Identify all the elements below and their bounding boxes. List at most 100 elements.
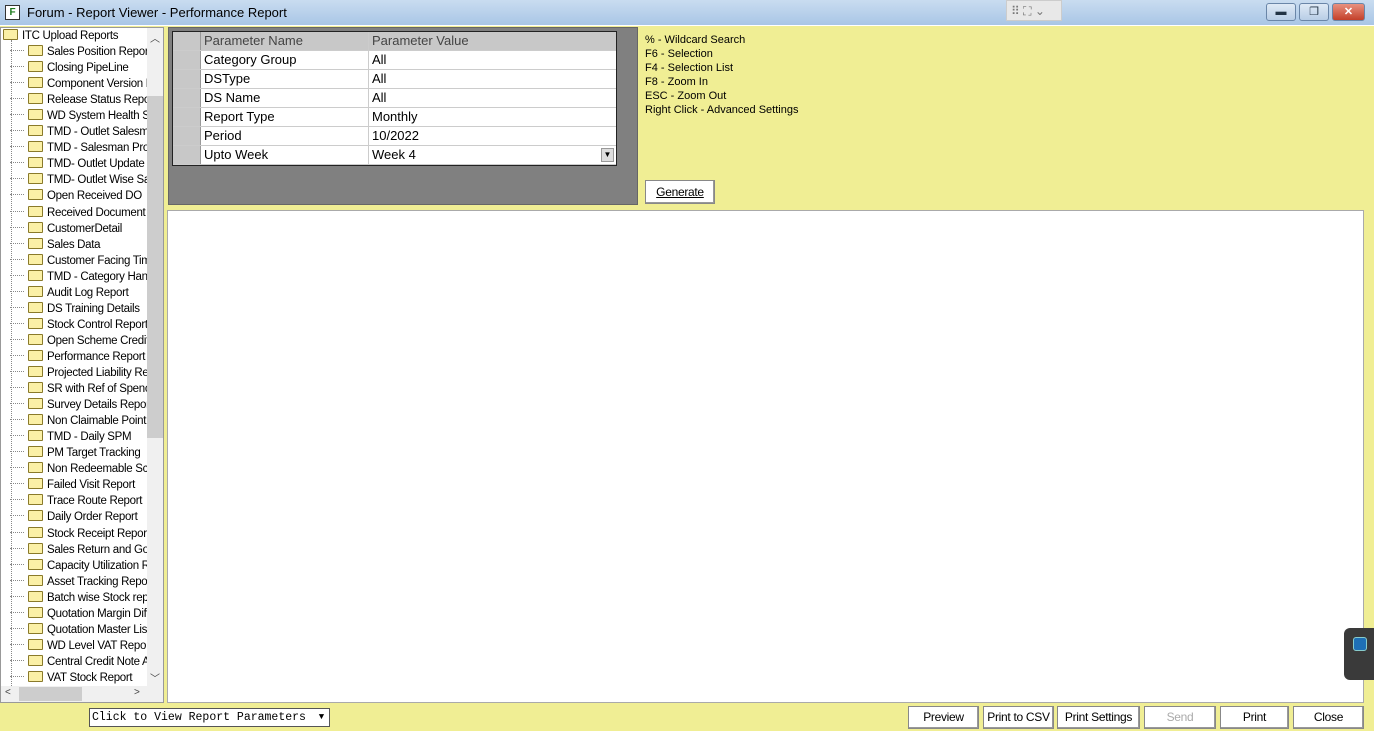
tree-item[interactable]: Received Document: [1, 205, 147, 221]
tree-item[interactable]: SR with Ref of Spenc: [1, 381, 147, 397]
scroll-left-icon[interactable]: <: [5, 687, 11, 698]
tree-item[interactable]: Open Received DO: [1, 188, 147, 204]
print-to-csv-button[interactable]: Print to CSV: [983, 706, 1054, 729]
tree-item[interactable]: TMD - Daily SPM: [1, 429, 147, 445]
tree-item[interactable]: Trace Route Report: [1, 493, 147, 509]
tree-item[interactable]: TMD- Outlet Wise Sa: [1, 172, 147, 188]
tree-item[interactable]: Capacity Utilization R: [1, 558, 147, 574]
dropdown-arrow-icon[interactable]: ▼: [601, 148, 614, 162]
parameter-row[interactable]: Upto Week Week 4 ▼: [173, 146, 616, 165]
preview-button[interactable]: Preview: [908, 706, 979, 729]
tree-item[interactable]: Daily Order Report: [1, 509, 147, 525]
tree-item-label: Asset Tracking Repor: [47, 575, 147, 588]
restore-button[interactable]: ❐: [1299, 3, 1329, 21]
parameter-value[interactable]: All: [369, 70, 616, 88]
tree-item[interactable]: Central Credit Note Ac: [1, 654, 147, 670]
parameter-grid[interactable]: Parameter Name Parameter Value Category …: [172, 31, 617, 166]
tree-item[interactable]: DS Training Details: [1, 301, 147, 317]
tree-item[interactable]: Failed Visit Report: [1, 477, 147, 493]
parameter-value[interactable]: Monthly: [369, 108, 616, 126]
hscroll-thumb[interactable]: [19, 687, 82, 701]
row-selector[interactable]: [173, 51, 201, 69]
tree-item[interactable]: Customer Facing Time: [1, 253, 147, 269]
tree-item[interactable]: VAT Stock Report: [1, 670, 147, 686]
remote-support-widget[interactable]: [1344, 628, 1374, 680]
parameter-value[interactable]: All: [369, 89, 616, 107]
tree-item[interactable]: Audit Log Report: [1, 285, 147, 301]
tree-item[interactable]: PM Target Tracking: [1, 445, 147, 461]
print-settings-button[interactable]: Print Settings: [1057, 706, 1140, 729]
tree-item[interactable]: Non Redeemable Sch: [1, 461, 147, 477]
parameter-value[interactable]: 10/2022: [369, 127, 616, 145]
tree-item[interactable]: Batch wise Stock rep: [1, 590, 147, 606]
generate-button[interactable]: Generate: [645, 180, 715, 204]
tree-item-label: TMD- Outlet Wise Sa: [47, 174, 147, 187]
scroll-thumb[interactable]: [147, 96, 163, 438]
send-button[interactable]: Send: [1144, 706, 1216, 729]
tree-item[interactable]: Quotation Margin Diffe: [1, 606, 147, 622]
tree-item[interactable]: TMD - Outlet Salesma: [1, 124, 147, 140]
scroll-down-icon[interactable]: ﹀: [150, 670, 160, 685]
tree-item[interactable]: Non Claimable Point S: [1, 413, 147, 429]
row-selector[interactable]: [173, 108, 201, 126]
tree-item[interactable]: Stock Control Report: [1, 317, 147, 333]
tree-item[interactable]: Closing PipeLine: [1, 60, 147, 76]
tree-item[interactable]: Stock Receipt Report: [1, 526, 147, 542]
tree-connector: [10, 66, 24, 68]
tree-item[interactable]: Projected Liability Rep: [1, 365, 147, 381]
tree-item[interactable]: Quotation Master List: [1, 622, 147, 638]
parameter-value-text: 10/2022: [372, 128, 419, 143]
tree-item[interactable]: Component Version R: [1, 76, 147, 92]
print-button[interactable]: Print: [1220, 706, 1289, 729]
row-selector[interactable]: [173, 89, 201, 107]
tree-item[interactable]: WD Level VAT Repo: [1, 638, 147, 654]
hint-line: % - Wildcard Search: [645, 34, 746, 46]
tree-item[interactable]: Release Status Repo: [1, 92, 147, 108]
parameter-row[interactable]: DS Name All: [173, 89, 616, 108]
folder-icon: [28, 622, 43, 634]
parameter-row[interactable]: Report Type Monthly: [173, 108, 616, 127]
scroll-up-icon[interactable]: ︿: [150, 30, 160, 45]
tree-item-label: TMD - Salesman Proc: [47, 142, 147, 155]
scroll-right-icon[interactable]: >: [134, 687, 140, 698]
report-tree[interactable]: ITC Upload Reports ︿ ﹀ < > Sales Positio…: [0, 27, 164, 703]
horizontal-scrollbar[interactable]: < >: [1, 686, 163, 702]
tree-root[interactable]: ITC Upload Reports: [3, 28, 149, 44]
vertical-scrollbar[interactable]: ︿ ﹀: [147, 28, 163, 686]
tree-item[interactable]: Survey Details Report: [1, 397, 147, 413]
tree-item[interactable]: TMD- Outlet Update: [1, 156, 147, 172]
tree-item[interactable]: Sales Position Report: [1, 44, 147, 60]
row-selector[interactable]: [173, 146, 201, 164]
tree-item[interactable]: WD System Health S: [1, 108, 147, 124]
parameter-row[interactable]: Period 10/2022: [173, 127, 616, 146]
tree-item[interactable]: Open Scheme Credit: [1, 333, 147, 349]
tree-connector: [10, 338, 24, 340]
tree-item[interactable]: Performance Report: [1, 349, 147, 365]
tree-item[interactable]: Sales Return and Goo: [1, 542, 147, 558]
folder-icon: [28, 430, 43, 442]
header-selector: [173, 32, 201, 50]
parameter-value[interactable]: All: [369, 51, 616, 69]
minimize-button[interactable]: ▬: [1266, 3, 1296, 21]
tree-item[interactable]: TMD - Category Hand: [1, 269, 147, 285]
tree-item[interactable]: Asset Tracking Repor: [1, 574, 147, 590]
report-area[interactable]: [167, 210, 1364, 703]
close-window-button[interactable]: ✕: [1332, 3, 1365, 21]
parameter-value[interactable]: Week 4 ▼: [369, 146, 616, 164]
row-selector[interactable]: [173, 70, 201, 88]
remote-toolbar[interactable]: ⠿ ⛶ ⌄: [1006, 0, 1062, 21]
tree-item[interactable]: TMD - Salesman Proc: [1, 140, 147, 156]
folder-icon: [28, 125, 43, 137]
close-button[interactable]: Close: [1293, 706, 1364, 729]
tree-item-label: Sales Position Report: [47, 46, 147, 58]
tree-item-label: Projected Liability Rep: [47, 367, 147, 379]
parameter-row[interactable]: Category Group All: [173, 51, 616, 70]
tree-item[interactable]: CustomerDetail: [1, 221, 147, 237]
tree-item-label: TMD - Category Hand: [47, 270, 147, 283]
report-parameters-combo[interactable]: Click to View Report Parameters ▼: [89, 708, 330, 727]
tree-item[interactable]: Sales Data: [1, 237, 147, 253]
row-selector[interactable]: [173, 127, 201, 145]
parameter-row[interactable]: DSType All: [173, 70, 616, 89]
folder-icon: [28, 317, 43, 329]
tree-item-label: Quotation Margin Diffe: [47, 607, 147, 620]
